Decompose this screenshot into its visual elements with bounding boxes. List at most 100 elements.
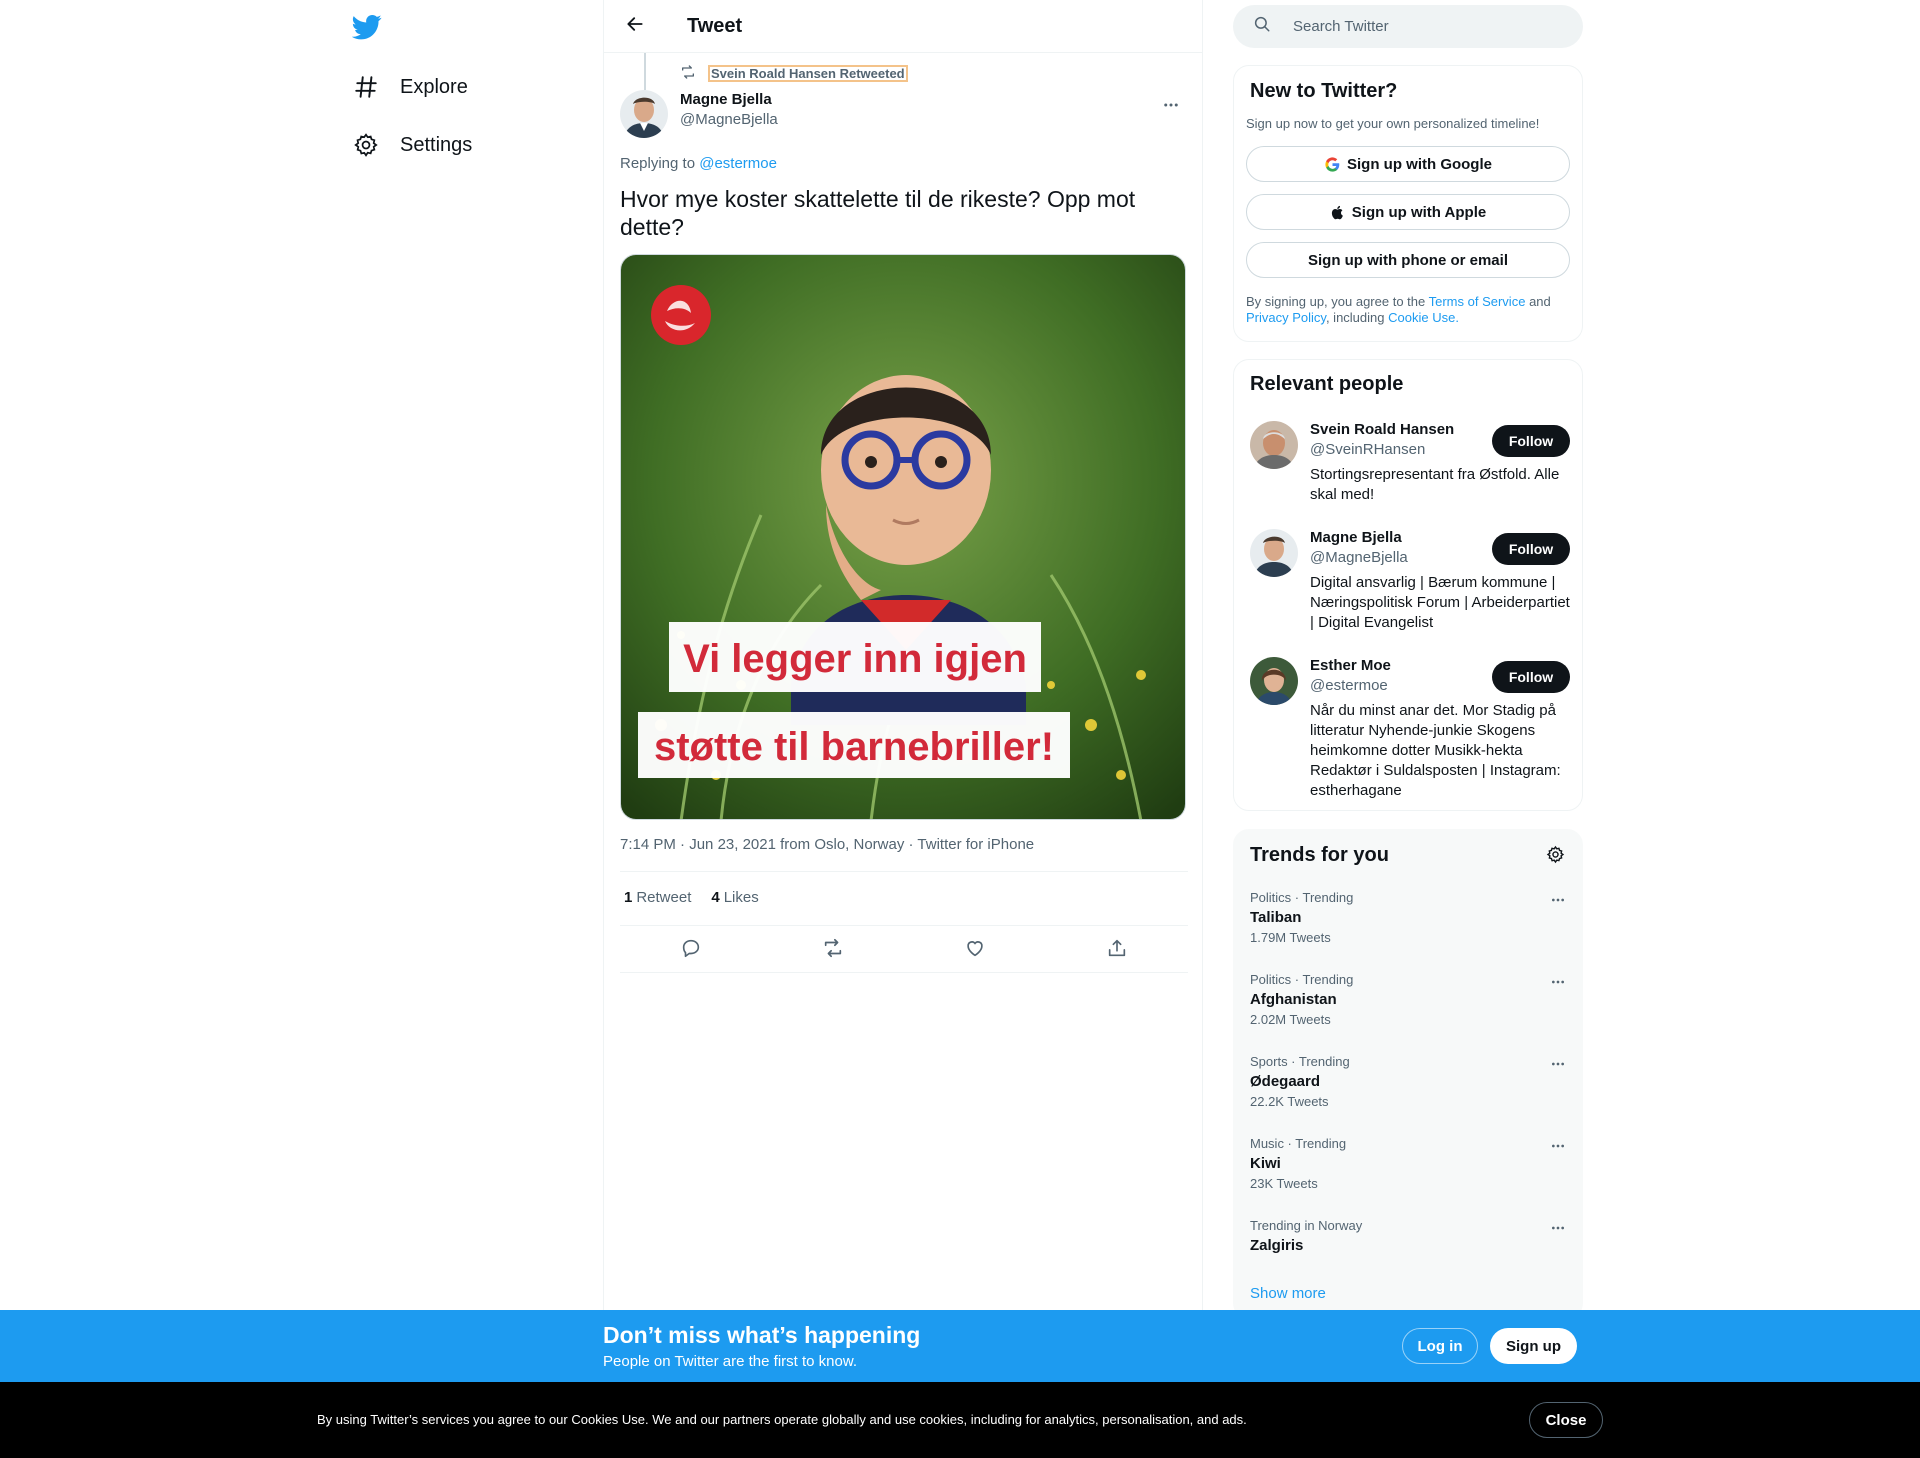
trend-name: Zalgiris [1250, 1237, 1304, 1254]
person-bio: Stortingsrepresentant fra Østfold. Alle … [1310, 466, 1560, 503]
trend-more-button[interactable] [1546, 1218, 1570, 1242]
avatar[interactable] [1250, 529, 1298, 577]
signup-google-button[interactable]: Sign up with Google [1246, 146, 1570, 182]
signup-card: New to Twitter? Sign up now to get your … [1233, 65, 1583, 342]
person-item[interactable]: Esther Moe @estermoe Når du minst anar d… [1250, 657, 1570, 799]
trend-count: 1.79M Tweets [1250, 930, 1331, 945]
person-name[interactable]: Esther Moe [1310, 657, 1391, 674]
nav-settings-label: Settings [400, 133, 473, 156]
person-handle[interactable]: @MagneBjella [1310, 549, 1408, 566]
nav-settings[interactable]: Settings [352, 121, 472, 169]
signup-google-label: Sign up with Google [1347, 155, 1492, 173]
author-name[interactable]: Magne Bjella [680, 90, 778, 110]
relevant-people-card: Relevant people Svein Roald Hansen @Svei… [1233, 359, 1583, 811]
terms-link[interactable]: Terms of Service [1429, 294, 1526, 309]
trends-title: Trends for you [1250, 844, 1389, 866]
location-prefix: from [780, 836, 811, 853]
trend-more-button[interactable] [1546, 972, 1570, 996]
more-dots-icon [1550, 892, 1566, 913]
trend-more-button[interactable] [1546, 1136, 1570, 1160]
trend-context: Trending in Norway [1250, 1218, 1363, 1233]
avatar[interactable] [620, 90, 668, 138]
more-dots-icon [1550, 1138, 1566, 1159]
person-name[interactable]: Magne Bjella [1310, 529, 1402, 546]
signup-apple-button[interactable]: Sign up with Apple [1246, 194, 1570, 230]
tweet-location[interactable]: Oslo, Norway [814, 836, 904, 853]
signup-apple-label: Sign up with Apple [1351, 203, 1487, 221]
privacy-link[interactable]: Privacy Policy [1246, 310, 1326, 325]
tweet-text: Hvor mye koster skattelette til de rikes… [620, 186, 1136, 240]
signup-banner: Don’t miss what’s happening People on Tw… [0, 1310, 1920, 1382]
tweet-actions [620, 929, 1188, 971]
follow-button[interactable]: Follow [1492, 425, 1570, 457]
trend-count: 2.02M Tweets [1250, 1012, 1331, 1027]
meta-separator: · [908, 836, 914, 853]
retweet-button[interactable] [815, 932, 851, 968]
person-item[interactable]: Svein Roald Hansen @SveinRHansen Stortin… [1250, 421, 1570, 511]
trend-item[interactable]: Trending in Norway Zalgiris [1250, 1218, 1570, 1256]
tweet-date[interactable]: Jun 23, 2021 [689, 836, 776, 853]
replying-prefix: Replying to [620, 155, 696, 172]
signup-title: New to Twitter? [1250, 80, 1398, 102]
trend-name: Afghanistan [1250, 991, 1337, 1008]
replying-to: Replying to @estermoe [620, 155, 777, 172]
person-bio: Når du minst anar det. Mor Stadig på lit… [1310, 702, 1561, 799]
trend-more-button[interactable] [1546, 1054, 1570, 1078]
follow-button[interactable]: Follow [1492, 533, 1570, 565]
signup-button[interactable]: Sign up [1490, 1328, 1577, 1364]
trend-count: 23K Tweets [1250, 1176, 1318, 1191]
trend-context: Politics · Trending [1250, 972, 1354, 987]
avatar[interactable] [1250, 421, 1298, 469]
cookie-close-button[interactable]: Close [1529, 1402, 1603, 1438]
google-icon [1324, 156, 1341, 173]
signup-phone-button[interactable]: Sign up with phone or email [1246, 242, 1570, 278]
share-button[interactable] [1099, 932, 1135, 968]
person-handle[interactable]: @estermoe [1310, 677, 1388, 694]
tweet-source[interactable]: Twitter for iPhone [917, 836, 1034, 853]
more-dots-icon [1550, 1056, 1566, 1077]
replying-to-link[interactable]: @estermoe [699, 155, 777, 172]
page-title: Tweet [687, 14, 743, 37]
legal-text: By signing up, you agree to the [1246, 294, 1426, 309]
search-icon [1253, 15, 1271, 38]
tweet-photo[interactable]: Vi legger inn igjen støtte til barnebril… [620, 254, 1186, 820]
tweet-header: Tweet [604, 0, 1202, 53]
like-button[interactable] [957, 932, 993, 968]
login-button[interactable]: Log in [1402, 1328, 1478, 1364]
tweet-author: Magne Bjella @MagneBjella [620, 90, 1188, 138]
trend-item[interactable]: Music · Trending Kiwi 23K Tweets [1250, 1136, 1570, 1192]
nav-explore[interactable]: Explore [352, 63, 468, 111]
tweet-time[interactable]: 7:14 PM [620, 836, 676, 853]
signup-subtitle: Sign up now to get your own personalized… [1246, 116, 1540, 131]
tweet-more-button[interactable] [1154, 90, 1188, 124]
cookie-bar: By using Twitter’s services you agree to… [0, 1382, 1920, 1458]
twitter-bird-icon[interactable] [351, 12, 384, 44]
back-button[interactable] [618, 9, 652, 43]
retweeted-by-link[interactable]: Svein Roald Hansen Retweeted [708, 65, 908, 82]
person-name[interactable]: Svein Roald Hansen [1310, 421, 1454, 438]
more-dots-icon [1550, 1220, 1566, 1241]
retweet-note: Svein Roald Hansen Retweeted [680, 64, 908, 83]
trend-item[interactable]: Sports · Trending Ødegaard 22.2K Tweets [1250, 1054, 1570, 1110]
trend-item[interactable]: Politics · Trending Taliban 1.79M Tweets [1250, 890, 1570, 946]
person-handle[interactable]: @SveinRHansen [1310, 441, 1425, 458]
avatar[interactable] [1250, 657, 1298, 705]
trend-item[interactable]: Politics · Trending Afghanistan 2.02M Tw… [1250, 972, 1570, 1028]
photo-caption-line2: støtte til barnebriller! [654, 725, 1054, 769]
cookie-use-link[interactable]: Cookie Use. [1388, 310, 1459, 325]
search-box[interactable] [1233, 5, 1583, 48]
retweet-count[interactable]: 1 Retweet [624, 888, 691, 908]
trend-name: Kiwi [1250, 1155, 1281, 1172]
trend-more-button[interactable] [1546, 890, 1570, 914]
show-more-link[interactable]: Show more [1250, 1285, 1326, 1302]
trends-card: Trends for you Politics · Trending Talib… [1233, 829, 1583, 1319]
person-item[interactable]: Magne Bjella @MagneBjella Digital ansvar… [1250, 529, 1570, 639]
follow-button[interactable]: Follow [1492, 661, 1570, 693]
apple-icon [1330, 204, 1346, 221]
search-input[interactable] [1293, 18, 1553, 35]
author-handle[interactable]: @MagneBjella [680, 110, 778, 130]
arrow-left-icon [625, 14, 645, 39]
likes-count[interactable]: 4 Likes [711, 888, 758, 908]
reply-button[interactable] [673, 932, 709, 968]
trends-settings-button[interactable] [1542, 844, 1568, 870]
